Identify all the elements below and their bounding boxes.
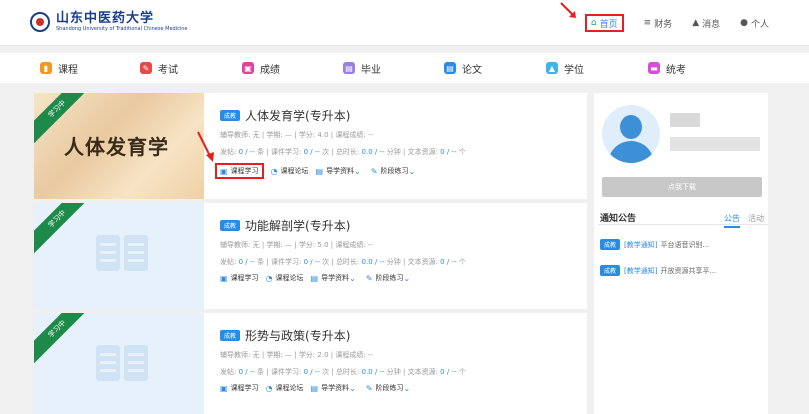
- course-meta: 辅导教师: 无 | 学期: — | 学分: 2.0 | 课程成绩: --: [220, 351, 373, 359]
- course-title[interactable]: 人体发育学(专升本): [245, 107, 350, 124]
- status-ribbon: 学习中: [34, 203, 84, 253]
- chevron-down-icon: ⌄: [349, 383, 356, 393]
- database-icon: ≡: [643, 18, 652, 28]
- course-thumbnail[interactable]: 人体发育学 学习中: [34, 93, 204, 199]
- avatar[interactable]: [602, 105, 660, 163]
- category-exam[interactable]: ✎ 考试: [140, 61, 178, 76]
- course-actions: ▣ 课程学习 ◔ 课程论坛 ▤ 导学资料 ⌄ ✎ 阶段练习 ⌄: [220, 383, 580, 393]
- book-icon: ▤: [315, 166, 324, 176]
- chat-icon: ◔: [270, 166, 278, 176]
- stage-practice-dropdown[interactable]: ✎ 阶段练习 ⌄: [366, 273, 413, 283]
- course-actions: ▣ 课程学习 ◔ 课程论坛 ▤ 导学资料 ⌄ ✎ 阶段练习 ⌄: [215, 163, 580, 179]
- chat-icon: ◔: [265, 273, 273, 283]
- course-study-button[interactable]: ▣ 课程学习: [220, 273, 259, 283]
- nav-finance[interactable]: ≡ 财务: [644, 14, 673, 32]
- logo-name-cn: 山东中医药大学: [56, 11, 155, 26]
- chevron-down-icon: ⌄: [403, 273, 411, 283]
- bell-icon: ▲: [692, 18, 700, 28]
- graduation-icon: ▤: [343, 62, 355, 74]
- book-placeholder-icon: [96, 235, 148, 271]
- top-header: 山东中医药大学 Shandong University of Tradition…: [0, 0, 809, 46]
- nav-messages[interactable]: ▲ 消息: [692, 14, 720, 32]
- course-study-button[interactable]: ▣ 课程学习: [215, 163, 264, 179]
- notice-title: 通知公告: [600, 214, 637, 224]
- course-progress: 发帖: 0 / -- 条 | 课件学习: 0 / -- 次 | 总时长: 0.0…: [220, 148, 466, 156]
- course-thumbnail[interactable]: 学习中: [34, 313, 204, 414]
- play-square-icon: ▣: [220, 166, 228, 176]
- status-ribbon: 学习中: [34, 313, 84, 363]
- course-forum-button[interactable]: ◔ 课程论坛: [271, 166, 309, 176]
- play-square-icon: ▣: [220, 383, 228, 393]
- course-actions: ▣ 课程学习 ◔ 课程论坛 ▤ 导学资料 ⌄ ✎ 阶段练习 ⌄: [220, 273, 580, 283]
- category-grades[interactable]: ▣ 成绩: [242, 61, 280, 76]
- grades-icon: ▣: [242, 62, 254, 74]
- play-square-icon: ▣: [220, 273, 228, 283]
- course-card: 人体发育学 学习中 成教 人体发育学(专升本) 辅导教师: 无 | 学期: — …: [34, 93, 587, 199]
- tab-activity[interactable]: 活动: [748, 213, 764, 224]
- download-button[interactable]: 点我下载: [602, 177, 762, 197]
- thesis-icon: ▤: [444, 62, 456, 74]
- logo-name-en: Shandong University of Traditional Chine…: [56, 26, 188, 32]
- degree-cap-icon: ▲: [546, 62, 558, 74]
- nav-profile[interactable]: ● 个人: [740, 14, 769, 32]
- course-card: 学习中 成教 功能解剖学(专升本) 辅导教师: 无 | 学期: — | 学分: …: [34, 203, 587, 309]
- redacted-user-info: [670, 137, 760, 151]
- book-placeholder-icon: [96, 345, 148, 381]
- notice-item[interactable]: 成教 [教学通知] 平台语音识别...: [600, 239, 709, 250]
- profile-sidebar: 点我下载 通知公告 公告 活动 成教 [教学通知] 平台语音识别... 成教 […: [594, 93, 768, 414]
- exam-icon: ✎: [140, 62, 152, 74]
- notice-header: 通知公告 公告 活动: [598, 209, 768, 228]
- annotation-arrow-icon: [197, 131, 214, 162]
- nav-home[interactable]: ⌂ 首页: [584, 14, 624, 32]
- book-icon: ▤: [310, 273, 319, 283]
- edit-icon: ✎: [365, 273, 373, 283]
- course-type-badge: 成教: [220, 110, 241, 121]
- guide-material-dropdown[interactable]: ▤ 导学资料 ⌄: [311, 383, 359, 393]
- category-unified-exam[interactable]: ▬ 统考: [648, 61, 686, 76]
- course-progress: 发帖: 0 / -- 条 | 课件学习: 0 / -- 次 | 总时长: 0.0…: [220, 258, 466, 266]
- university-logo[interactable]: 山东中医药大学 Shandong University of Tradition…: [30, 12, 187, 32]
- edit-icon: ✎: [365, 383, 373, 393]
- home-icon: ⌂: [590, 18, 597, 28]
- tab-notice[interactable]: 公告: [724, 213, 740, 228]
- chevron-down-icon: ⌄: [408, 166, 416, 176]
- course-study-button[interactable]: ▣ 课程学习: [220, 383, 259, 393]
- course-type-badge: 成教: [220, 220, 241, 231]
- course-forum-button[interactable]: ◔ 课程论坛: [266, 383, 304, 393]
- logo-emblem-icon: [30, 12, 50, 32]
- top-nav: ⌂ 首页 ≡ 财务 ▲ 消息 ● 个人: [565, 14, 769, 32]
- chevron-down-icon: ⌄: [354, 166, 361, 176]
- guide-material-dropdown[interactable]: ▤ 导学资料 ⌄: [311, 273, 359, 283]
- chevron-down-icon: ⌄: [403, 383, 411, 393]
- chevron-down-icon: ⌄: [349, 273, 356, 283]
- chat-icon: ◔: [265, 383, 273, 393]
- user-icon: ●: [740, 18, 748, 28]
- course-thumbnail[interactable]: 学习中: [34, 203, 204, 309]
- course-progress: 发帖: 0 / -- 条 | 课件学习: 0 / -- 次 | 总时长: 0.0…: [220, 368, 466, 376]
- status-ribbon: 学习中: [34, 93, 84, 143]
- course-card: 学习中 成教 形势与政策(专升本) 辅导教师: 无 | 学期: — | 学分: …: [34, 313, 587, 414]
- category-bar: ▮ 课程 ✎ 考试 ▣ 成绩 ▤ 毕业 ▤ 论文 ▲ 学位 ▬ 统考: [0, 53, 809, 83]
- course-forum-button[interactable]: ◔ 课程论坛: [266, 273, 304, 283]
- stage-practice-dropdown[interactable]: ✎ 阶段练习 ⌄: [371, 166, 418, 176]
- unified-exam-icon: ▬: [648, 62, 660, 74]
- course-title[interactable]: 形势与政策(专升本): [245, 327, 350, 344]
- course-meta: 辅导教师: 无 | 学期: — | 学分: 4.0 | 课程成绩: --: [220, 131, 373, 139]
- category-degree[interactable]: ▲ 学位: [546, 61, 584, 76]
- course-title[interactable]: 功能解剖学(专升本): [245, 217, 350, 234]
- redacted-username: [670, 113, 700, 127]
- guide-material-dropdown[interactable]: ▤ 导学资料 ⌄: [316, 166, 364, 176]
- stage-practice-dropdown[interactable]: ✎ 阶段练习 ⌄: [366, 383, 413, 393]
- notice-item[interactable]: 成教 [教学通知] 开放资源共享平...: [600, 265, 716, 276]
- book-icon: ▤: [310, 383, 319, 393]
- course-meta: 辅导教师: 无 | 学期: — | 学分: 5.0 | 课程成绩: --: [220, 241, 373, 249]
- edit-icon: ✎: [370, 166, 378, 176]
- course-icon: ▮: [40, 62, 52, 74]
- category-course[interactable]: ▮ 课程: [40, 61, 78, 76]
- course-type-badge: 成教: [220, 330, 241, 341]
- category-thesis[interactable]: ▤ 论文: [444, 61, 482, 76]
- category-graduation[interactable]: ▤ 毕业: [343, 61, 381, 76]
